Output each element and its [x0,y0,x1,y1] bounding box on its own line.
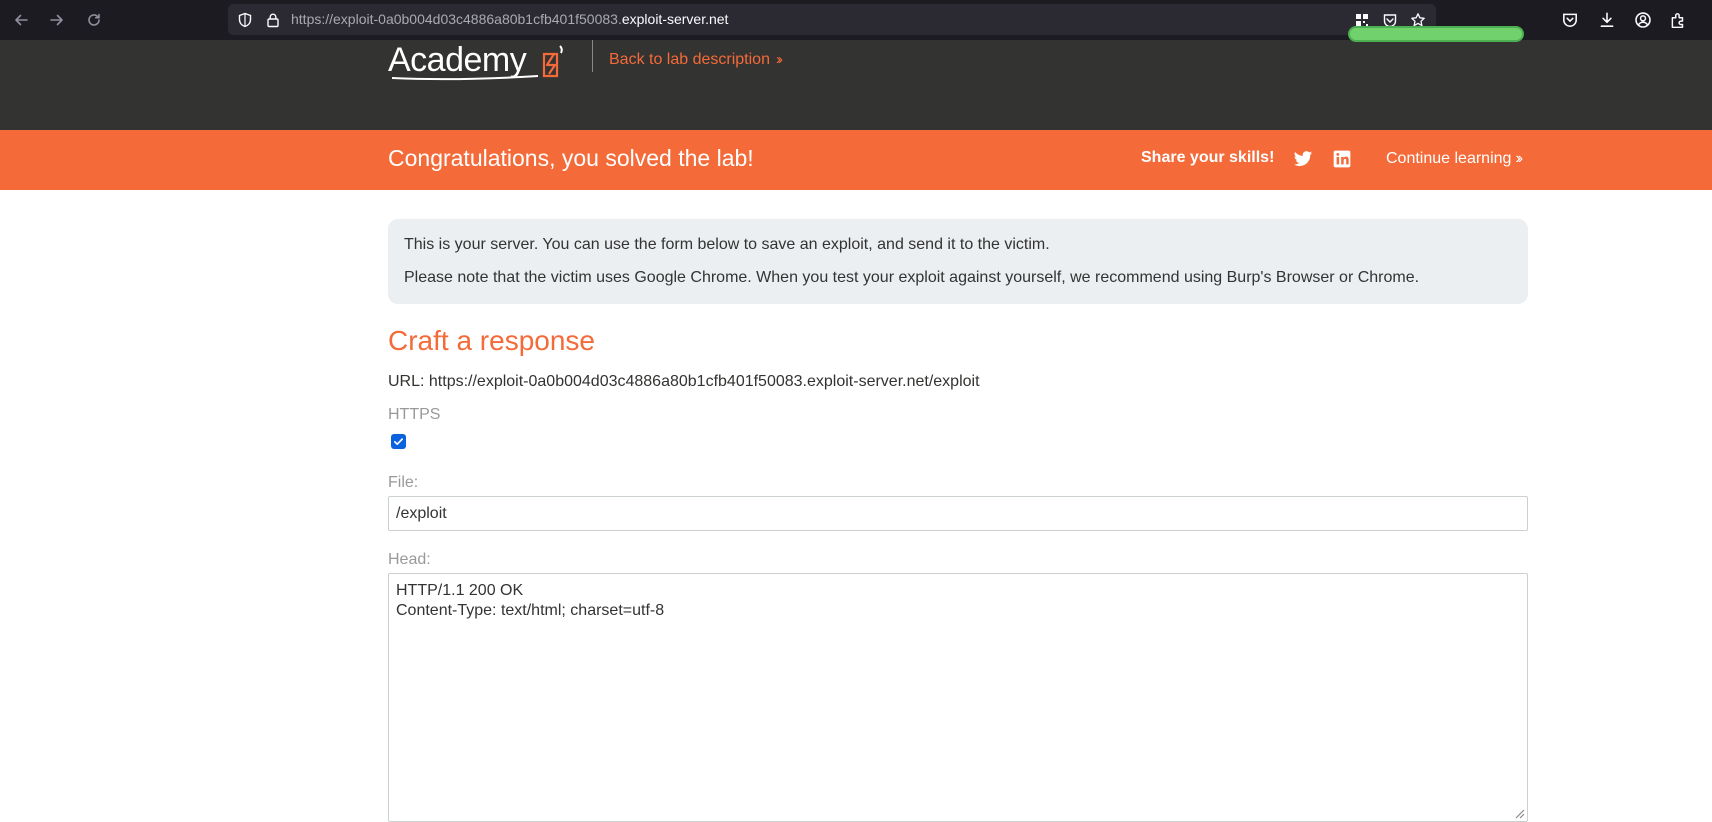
url-domain: exploit-server.net [621,11,729,27]
logo-text: Academy [388,41,527,79]
academy-logo[interactable]: Academy [388,40,578,82]
linkedin-icon[interactable] [1332,149,1352,169]
lab-status-badge [1348,26,1524,42]
checkmark-icon [394,438,403,445]
continue-learning-link[interactable]: Continue learning ›› [1386,150,1523,168]
head-textarea[interactable]: HTTP/1.1 200 OK Content-Type: text/html;… [388,573,1528,822]
double-chevron-right-icon: ›› [775,51,783,68]
lock-icon[interactable] [265,12,281,28]
extensions-icon[interactable] [1669,11,1687,29]
exploit-url: URL: https://exploit-0a0b004d03c4886a80b… [388,373,980,390]
solved-message: Congratulations, you solved the lab! [388,145,754,171]
share-label: Share your skills! [1141,149,1275,166]
shield-icon[interactable] [237,12,253,28]
craft-response-title: Craft a response [388,325,595,356]
url-text[interactable]: https://exploit-0a0b004d03c4886a80b1cfb4… [291,4,728,35]
file-label: File: [388,474,419,491]
https-checkbox[interactable] [391,434,406,449]
twitter-icon[interactable] [1293,149,1313,169]
arrow-right-icon[interactable] [45,8,69,32]
back-link-label: Back to lab description [609,51,770,68]
server-info-box: This is your server. You can use the for… [388,219,1528,304]
double-chevron-right-icon: ›› [1515,150,1522,167]
solved-banner: Congratulations, you solved the lab! Sha… [0,130,1712,190]
address-bar[interactable]: https://exploit-0a0b004d03c4886a80b1cfb4… [228,4,1436,35]
back-to-lab-description-link[interactable]: Back to lab description ›› [609,51,783,69]
arrow-left-icon[interactable] [9,8,33,32]
continue-learning-label: Continue learning [1386,150,1512,167]
download-icon[interactable] [1598,11,1616,29]
pocket-icon[interactable] [1561,11,1579,29]
head-line: Content-Type: text/html; charset=utf-8 [396,602,665,619]
info-text-1: This is your server. You can use the for… [404,236,1050,253]
lab-header: Academy Back to lab description ›› [0,26,1712,130]
resize-handle-icon[interactable] [1513,807,1525,819]
account-icon[interactable] [1634,11,1652,29]
https-label: HTTPS [388,406,441,423]
logo-divider [592,40,593,72]
file-input[interactable]: /exploit [388,496,1528,531]
head-label: Head: [388,551,431,568]
info-text-2: Please note that the victim uses Google … [404,269,1420,286]
head-line: HTTP/1.1 200 OK [396,582,524,599]
url-prefix: https://exploit-0a0b004d03c4886a80b1cfb4… [291,11,622,27]
reload-icon[interactable] [82,8,106,32]
